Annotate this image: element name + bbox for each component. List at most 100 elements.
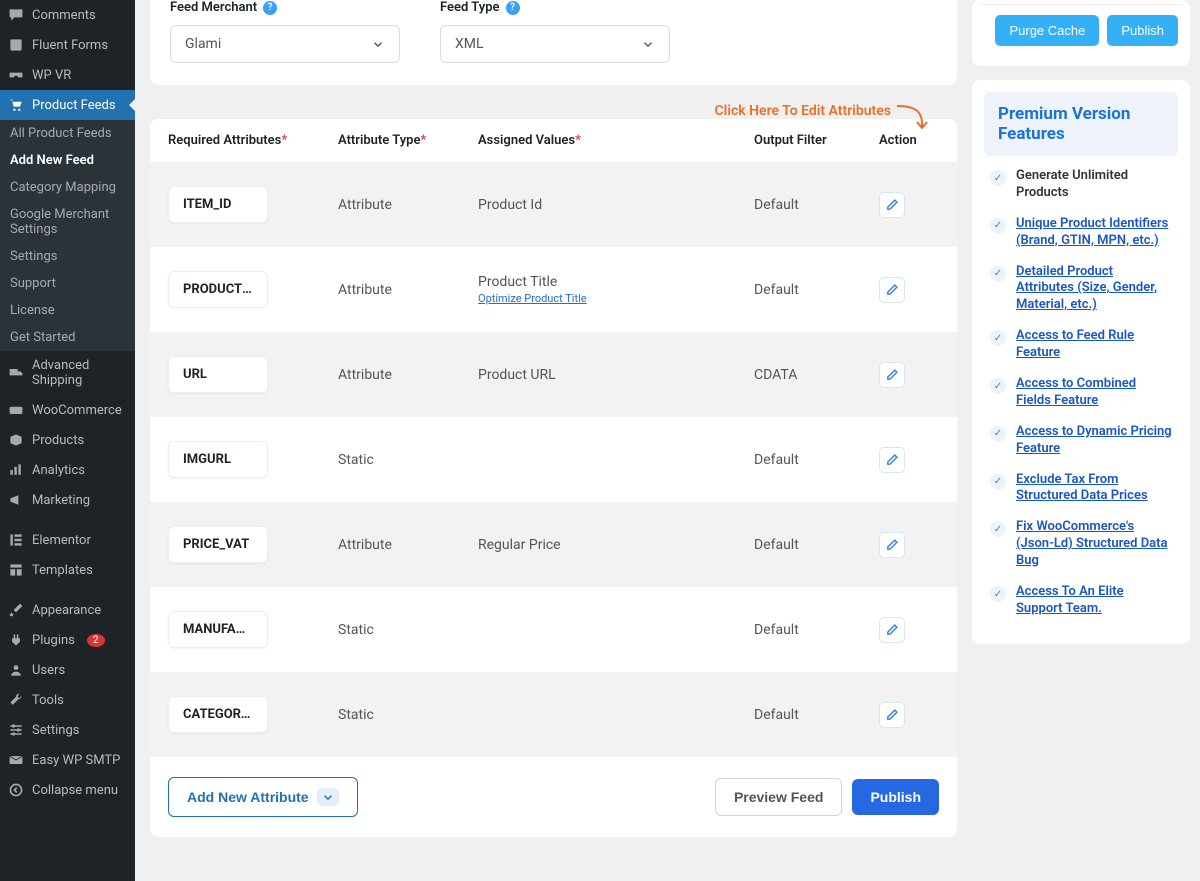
add-attribute-button[interactable]: Add New Attribute [168, 777, 358, 817]
chart-icon [8, 462, 24, 478]
sidebar-item-product-feeds[interactable]: Product Feeds [0, 90, 135, 120]
sidebar-item-users[interactable]: Users [0, 655, 135, 685]
merchant-select[interactable]: Glami [170, 25, 400, 63]
mail-icon [8, 752, 24, 768]
features-list: ✓ Generate Unlimited Products ✓ Unique P… [984, 168, 1178, 618]
sidebar-item-tools[interactable]: Tools [0, 685, 135, 715]
sub-get-started[interactable]: Get Started [0, 324, 135, 351]
sidebar-item-plugins[interactable]: Plugins 2 [0, 625, 135, 655]
sub-category-mapping[interactable]: Category Mapping [0, 174, 135, 201]
th-required: Required Attributes [168, 133, 281, 148]
output-filter: Default [754, 707, 879, 723]
sidebar-label: Easy WP SMTP [32, 753, 120, 768]
sidebar-label: Fluent Forms [32, 38, 108, 53]
sidebar-label: Plugins [32, 633, 75, 648]
check-icon: ✓ [990, 378, 1006, 394]
sidebar-item-advanced-shipping[interactable]: Advanced Shipping [0, 351, 135, 395]
edit-row-button[interactable] [879, 362, 905, 388]
sidebar-label: WooCommerce [32, 403, 122, 418]
sidebar-label: Settings [32, 723, 79, 738]
edit-row-button[interactable] [879, 617, 905, 643]
sidebar-item-settings[interactable]: Settings [0, 715, 135, 745]
help-icon[interactable]: ? [506, 1, 520, 15]
feature-item: ✓ Exclude Tax From Structured Data Price… [984, 472, 1178, 506]
attribute-type: Static [338, 452, 478, 468]
sidebar-item-easy-wp-smtp[interactable]: Easy WP SMTP [0, 745, 135, 775]
sub-license[interactable]: License [0, 297, 135, 324]
attribute-type: Attribute [338, 197, 478, 213]
edit-row-button[interactable] [879, 192, 905, 218]
feature-label[interactable]: Access to Feed Rule Feature [1016, 328, 1172, 362]
optimize-title-link[interactable]: Optimize Product Title [478, 292, 738, 305]
feature-label[interactable]: Access To An Elite Support Team. [1016, 584, 1172, 618]
sidebar-label: Analytics [32, 463, 85, 478]
sidebar-label: Templates [32, 563, 93, 578]
edit-row-button[interactable] [879, 532, 905, 558]
type-select[interactable]: XML [440, 25, 670, 63]
edit-attributes-hint: Click Here To Edit Attributes [150, 93, 957, 119]
attribute-type: Attribute [338, 537, 478, 553]
attribute-name-tag: URL [168, 356, 268, 393]
right-column: Purge Cache Publish Premium Version Feat… [972, 0, 1200, 881]
feature-label[interactable]: Fix WooCommerce's (Json-Ld) Structured D… [1016, 519, 1172, 570]
table-row: IMGURL Static Default [150, 417, 957, 502]
edit-row-button[interactable] [879, 447, 905, 473]
sub-support[interactable]: Support [0, 270, 135, 297]
table-row: PRICE_VAT Attribute Regular Price Defaul… [150, 502, 957, 587]
sidebar-label: Elementor [32, 533, 91, 548]
check-icon: ✓ [990, 218, 1006, 234]
assigned-value: Product Title [478, 274, 738, 290]
feature-item: ✓ Generate Unlimited Products [984, 168, 1178, 202]
sidebar-item-appearance[interactable]: Appearance [0, 595, 135, 625]
publish-box: Purge Cache Publish [972, 0, 1190, 66]
assigned-value: Product URL [478, 367, 738, 383]
sidebar-item-templates[interactable]: Templates [0, 555, 135, 585]
premium-card: Premium Version Features ✓ Generate Unli… [972, 80, 1190, 644]
sliders-icon [8, 722, 24, 738]
sidebar-item-marketing[interactable]: Marketing [0, 485, 135, 515]
edit-attributes-link[interactable]: Click Here To Edit Attributes [715, 103, 891, 119]
sub-google-merchant[interactable]: Google Merchant Settings [0, 201, 135, 243]
purge-cache-button[interactable]: Purge Cache [995, 15, 1099, 46]
sidebar-label: Product Feeds [32, 98, 116, 113]
dropdown-icon[interactable] [317, 788, 339, 806]
feature-item: ✓ Access to Dynamic Pricing Feature [984, 424, 1178, 458]
truck-icon [8, 365, 24, 381]
feature-label[interactable]: Unique Product Identifiers (Brand, GTIN,… [1016, 216, 1172, 250]
merchant-value: Glami [185, 36, 221, 52]
sidebar-item-woocommerce[interactable]: WooCommerce [0, 395, 135, 425]
preview-feed-button[interactable]: Preview Feed [715, 778, 843, 816]
sidebar-item-analytics[interactable]: Analytics [0, 455, 135, 485]
cart-icon [8, 97, 24, 113]
feature-item: ✓ Fix WooCommerce's (Json-Ld) Structured… [984, 519, 1178, 570]
th-filter: Output Filter [754, 133, 827, 148]
publish-top-button[interactable]: Publish [1107, 15, 1178, 46]
sidebar-item-collapse[interactable]: Collapse menu [0, 775, 135, 805]
edit-row-button[interactable] [879, 702, 905, 728]
check-icon: ✓ [990, 330, 1006, 346]
help-icon[interactable]: ? [263, 1, 277, 15]
plugins-badge: 2 [87, 634, 105, 647]
publish-button[interactable]: Publish [852, 779, 939, 815]
sidebar-item-wp-vr[interactable]: WP VR [0, 60, 135, 90]
attribute-name-tag: PRODUCTNA... [168, 271, 268, 308]
sub-add-new-feed[interactable]: Add New Feed [0, 147, 135, 174]
comment-icon [8, 7, 24, 23]
attribute-type: Attribute [338, 282, 478, 298]
sidebar-item-comments[interactable]: Comments [0, 0, 135, 30]
sub-all-feeds[interactable]: All Product Feeds [0, 120, 135, 147]
sub-settings[interactable]: Settings [0, 243, 135, 270]
sidebar-item-elementor[interactable]: Elementor [0, 525, 135, 555]
edit-row-button[interactable] [879, 277, 905, 303]
sidebar-item-products[interactable]: Products [0, 425, 135, 455]
woo-icon [8, 402, 24, 418]
form-icon [8, 37, 24, 53]
feature-label[interactable]: Exclude Tax From Structured Data Prices [1016, 472, 1172, 506]
feature-label[interactable]: Access to Dynamic Pricing Feature [1016, 424, 1172, 458]
premium-title: Premium Version Features [984, 92, 1178, 156]
table-row: URL Attribute Product URL CDATA [150, 332, 957, 417]
feature-label[interactable]: Detailed Product Attributes (Size, Gende… [1016, 264, 1172, 315]
sidebar-item-fluent-forms[interactable]: Fluent Forms [0, 30, 135, 60]
feature-label[interactable]: Access to Combined Fields Feature [1016, 376, 1172, 410]
table-row: MANUFACTU... Static Default [150, 587, 957, 672]
